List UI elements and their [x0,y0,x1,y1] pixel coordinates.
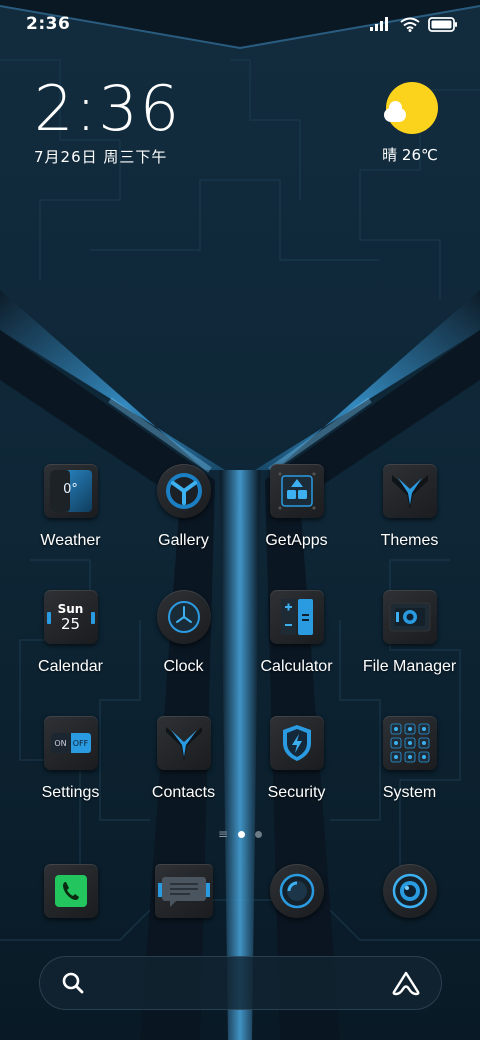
sun-cloud-icon [382,82,438,138]
app-weather[interactable]: 0° Weather [14,464,127,590]
messages-icon [154,864,213,918]
app-gallery[interactable]: Gallery [127,464,240,590]
browser-icon [269,864,324,918]
app-grid: 0° Weather Gallery GetApps Themes Sun 25… [14,464,466,842]
calendar-day-name: Sun [57,602,84,616]
app-security[interactable]: Security [240,716,353,842]
app-label: Contacts [151,784,216,801]
page-dot-active[interactable] [238,830,246,838]
search-icon[interactable] [60,970,86,996]
search-bar[interactable] [39,956,442,1010]
widget-time: 2:36 [34,72,182,145]
app-file-manager[interactable]: File Manager [353,590,466,716]
app-contacts[interactable]: Contacts [127,716,240,842]
getapps-icon [269,464,324,518]
status-icons [370,16,458,32]
settings-toggle-on: ON [50,733,71,753]
app-label: Themes [380,532,439,549]
app-clock[interactable]: Clock [127,590,240,716]
status-time: 2:36 [26,14,71,34]
app-row: 0° Weather Gallery GetApps Themes [14,464,466,590]
app-getapps[interactable]: GetApps [240,464,353,590]
page-indicator[interactable]: ≡ [0,828,480,840]
system-folder-icon [382,716,437,770]
app-label: System [382,784,437,801]
settings-icon: ON OFF [43,716,98,770]
calendar-icon: Sun 25 [43,590,98,644]
calculator-icon [269,590,324,644]
dock [14,864,466,924]
weather-summary: 晴 26℃ [382,146,438,164]
app-label: Weather [40,532,101,549]
page-dot[interactable] [255,830,263,838]
gallery-icon [156,464,211,518]
app-label: Gallery [158,532,209,549]
clock-icon [156,590,211,644]
settings-toggle-off: OFF [70,733,91,753]
app-calculator[interactable]: Calculator [240,590,353,716]
weather-badge: 0° [63,482,78,497]
page-menu-icon[interactable]: ≡ [218,828,228,840]
dock-messages[interactable] [127,864,240,924]
app-row: Sun 25 Calendar Clock Calculator File Ma… [14,590,466,716]
app-label: Security [267,784,326,801]
battery-icon [428,16,457,32]
themes-icon [382,464,437,518]
app-system-folder[interactable]: System [353,716,466,842]
app-label: Calendar [38,658,103,675]
calendar-day-number: 25 [60,615,81,633]
app-label: Settings [41,784,100,801]
signal-icon [370,17,388,31]
clock-widget[interactable]: 2:36 7月26日 周三下午 [34,76,181,167]
weather-icon: 0° [43,464,98,518]
contacts-icon [156,716,211,770]
app-calendar[interactable]: Sun 25 Calendar [14,590,127,716]
camera-icon [382,864,437,918]
app-label: Calculator [260,658,333,675]
status-bar: 2:36 [0,0,480,48]
app-label: File Manager [362,658,457,675]
phone-icon [43,864,98,918]
app-row: ON OFF Settings Contacts Security System [14,716,466,842]
app-label: GetApps [265,532,328,549]
dock-browser[interactable] [240,864,353,924]
app-themes[interactable]: Themes [353,464,466,590]
app-label: Clock [163,658,204,675]
dock-camera[interactable] [353,864,466,924]
security-icon [269,716,324,770]
weather-widget[interactable]: 晴 26℃ [374,82,446,165]
wifi-icon [400,17,420,32]
dock-phone[interactable] [14,864,127,924]
file-manager-icon [382,590,437,644]
app-settings[interactable]: ON OFF Settings [14,716,127,842]
assistant-icon[interactable] [391,970,421,996]
widget-date: 7月26日 周三下午 [34,148,168,166]
